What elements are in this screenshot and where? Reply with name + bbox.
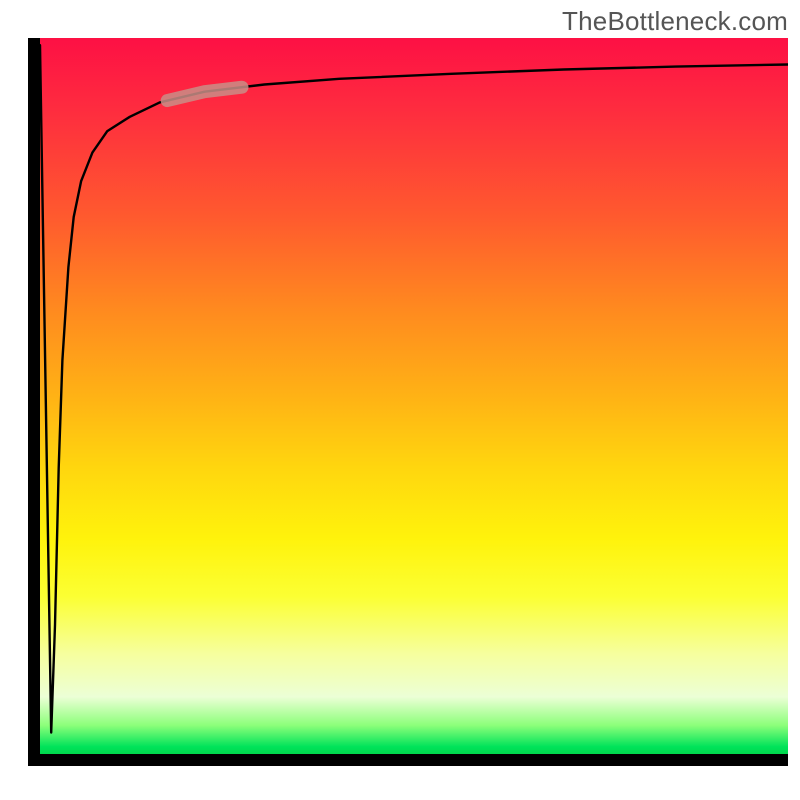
highlight-segment [167, 87, 242, 100]
bottleneck-curve-line [40, 45, 788, 732]
watermark-text: TheBottleneck.com [562, 6, 788, 37]
chart-container: TheBottleneck.com [0, 0, 800, 800]
chart-plot-area [40, 38, 788, 754]
x-axis [28, 754, 788, 766]
y-axis [28, 38, 40, 762]
